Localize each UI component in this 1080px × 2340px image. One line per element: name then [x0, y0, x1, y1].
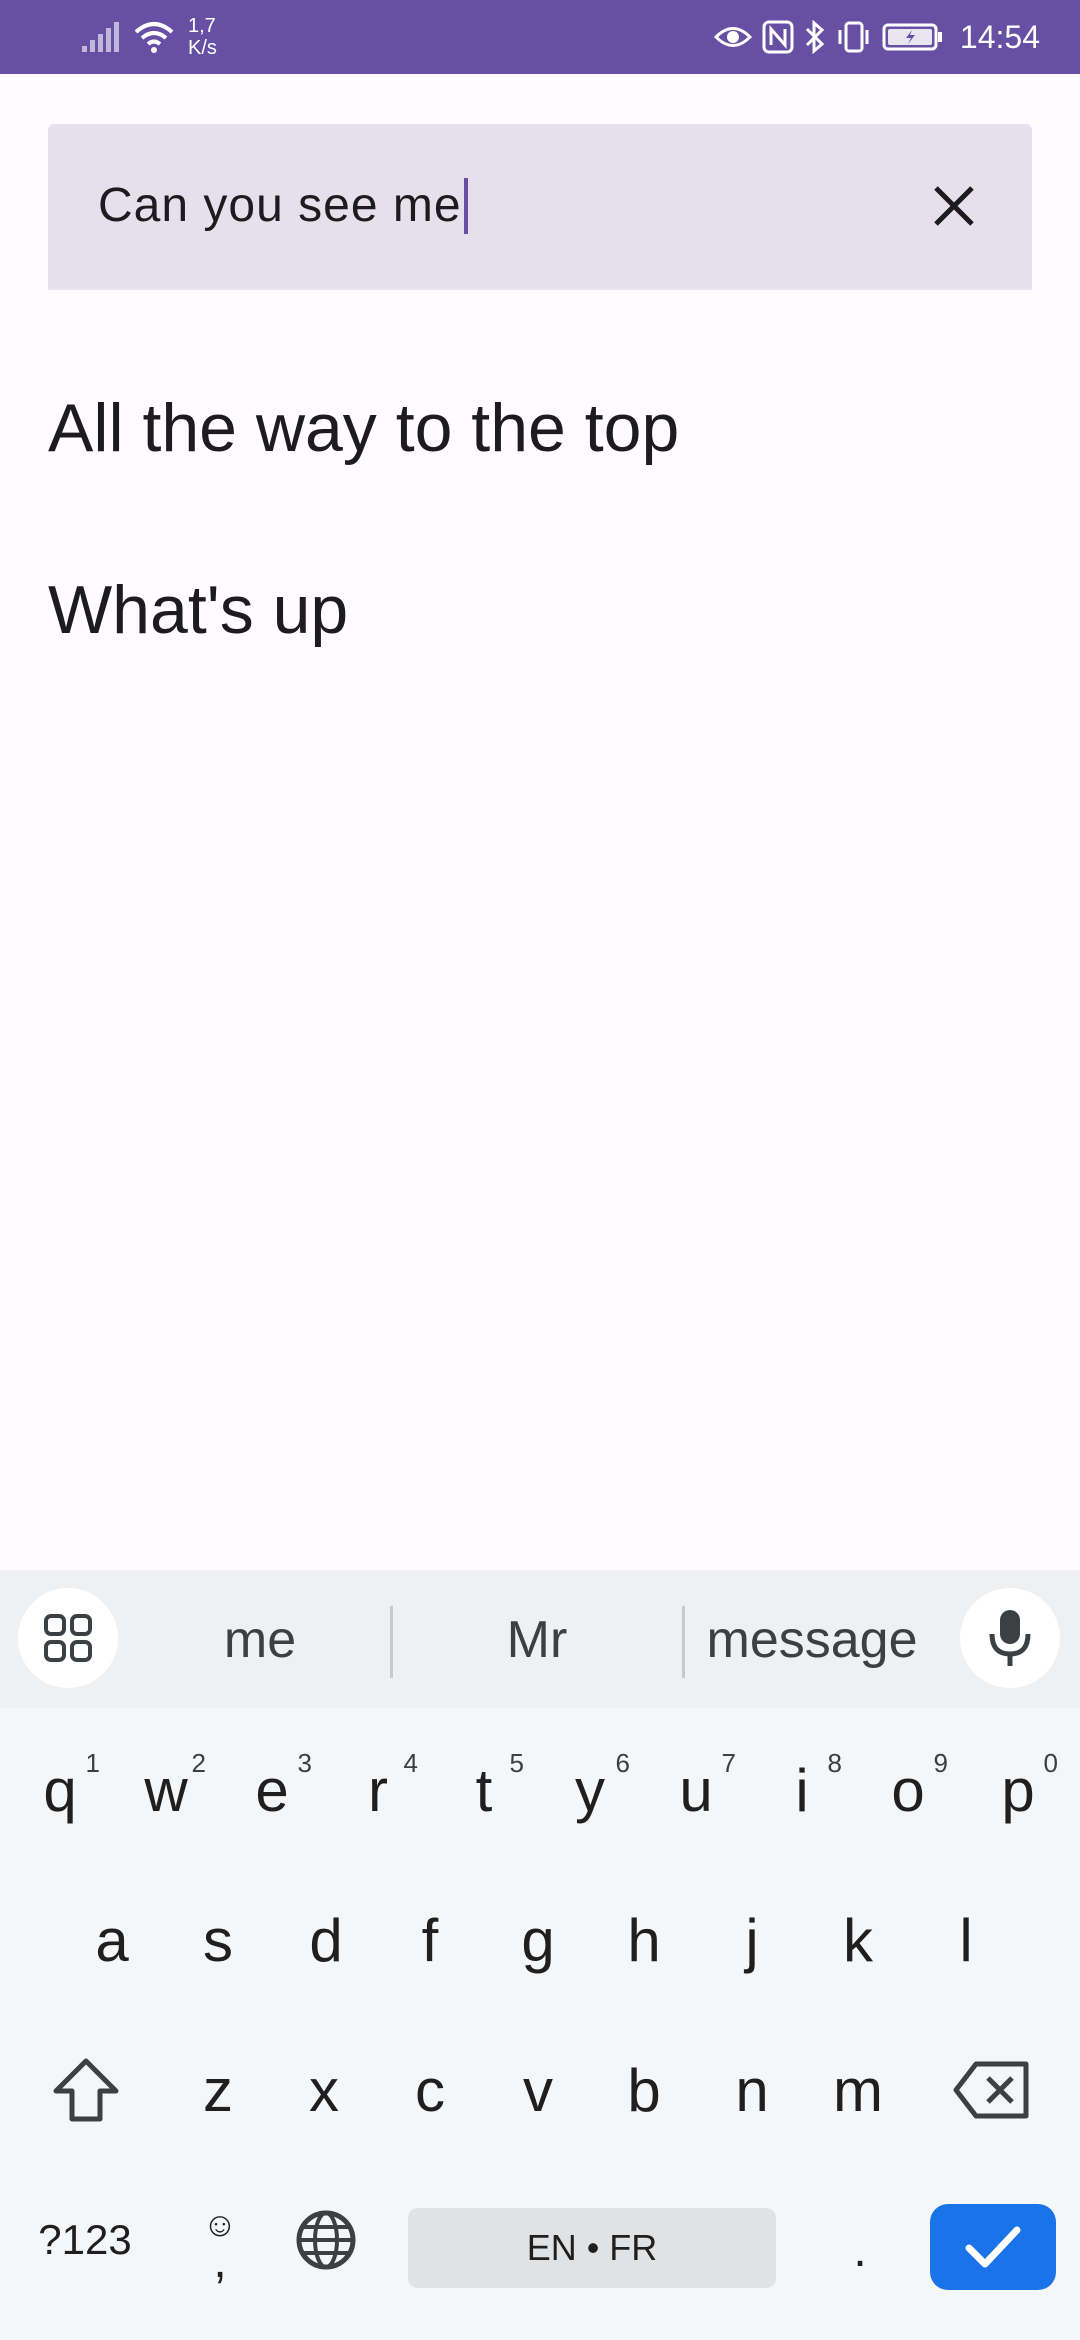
wifi-icon — [132, 20, 176, 54]
key-l[interactable]: l — [916, 1880, 1016, 2000]
comma-label: , — [213, 2235, 227, 2288]
globe-icon — [296, 2210, 356, 2270]
key-label: o — [891, 1756, 925, 1824]
key-p[interactable]: p0 — [968, 1730, 1068, 1850]
key-u[interactable]: u7 — [646, 1730, 746, 1850]
network-speed: 1,7 K/s — [188, 15, 217, 59]
suggestion-divider — [682, 1606, 685, 1678]
period-key[interactable]: . — [810, 2200, 910, 2300]
shift-icon — [53, 2058, 119, 2122]
language-key[interactable] — [276, 2190, 376, 2290]
status-bar: 1,7 K/s 14:54 — [0, 0, 1080, 74]
emoji-key[interactable]: ☺ , — [170, 2190, 270, 2300]
bluetooth-icon — [804, 20, 826, 54]
suggestion-item[interactable]: me — [160, 1610, 360, 1670]
key-hint: 5 — [509, 1748, 524, 1778]
key-b[interactable]: b — [594, 2030, 694, 2150]
key-k[interactable]: k — [808, 1880, 908, 2000]
shift-key[interactable] — [36, 2030, 136, 2150]
network-speed-unit: K/s — [188, 37, 217, 59]
result-item[interactable]: What's up — [48, 570, 348, 650]
nfc-icon — [762, 20, 794, 54]
result-item[interactable]: All the way to the top — [48, 388, 679, 468]
key-label: e — [255, 1756, 289, 1824]
key-x[interactable]: x — [274, 2030, 374, 2150]
microphone-icon — [989, 1610, 1031, 1666]
key-hint: 3 — [297, 1748, 312, 1778]
search-field[interactable]: Can you see me — [48, 124, 1032, 290]
key-i[interactable]: i8 — [752, 1730, 852, 1850]
key-c[interactable]: c — [380, 2030, 480, 2150]
apps-grid-icon — [44, 1614, 92, 1662]
key-y[interactable]: y6 — [540, 1730, 640, 1850]
key-label: y — [575, 1756, 605, 1824]
backspace-icon — [953, 2061, 1029, 2119]
key-d[interactable]: d — [276, 1880, 376, 2000]
key-hint: 8 — [827, 1748, 842, 1778]
key-z[interactable]: z — [168, 2030, 268, 2150]
key-hint: 4 — [403, 1748, 418, 1778]
voice-input-button[interactable] — [960, 1588, 1060, 1688]
clear-search-button[interactable] — [924, 176, 984, 236]
space-key[interactable]: EN • FR — [408, 2208, 776, 2288]
suggestion-divider — [390, 1606, 393, 1678]
key-q[interactable]: q1 — [10, 1730, 110, 1850]
key-v[interactable]: v — [488, 2030, 588, 2150]
key-g[interactable]: g — [488, 1880, 588, 2000]
key-h[interactable]: h — [594, 1880, 694, 2000]
key-label: i — [795, 1756, 809, 1824]
clock: 14:54 — [959, 18, 1040, 55]
key-f[interactable]: f — [380, 1880, 480, 2000]
symbols-key[interactable]: ?123 — [20, 2190, 150, 2290]
suggestion-bar: me Mr message — [0, 1570, 1080, 1708]
key-label: t — [475, 1756, 493, 1824]
close-icon — [934, 186, 974, 226]
signal-icon — [80, 20, 120, 54]
key-n[interactable]: n — [702, 2030, 802, 2150]
enter-key[interactable] — [930, 2204, 1056, 2290]
key-label: w — [144, 1756, 188, 1824]
text-cursor — [463, 178, 468, 234]
battery-charging-icon — [882, 22, 944, 52]
search-input[interactable]: Can you see me — [98, 176, 468, 236]
suggestion-item[interactable]: Mr — [437, 1610, 637, 1670]
key-r[interactable]: r4 — [328, 1730, 428, 1850]
check-icon — [965, 2226, 1021, 2268]
network-speed-value: 1,7 — [188, 15, 216, 37]
key-t[interactable]: t5 — [434, 1730, 534, 1850]
key-a[interactable]: a — [62, 1880, 162, 2000]
key-s[interactable]: s — [168, 1880, 268, 2000]
key-w[interactable]: w2 — [116, 1730, 216, 1850]
key-hint: 6 — [615, 1748, 630, 1778]
key-hint: 9 — [933, 1748, 948, 1778]
vibrate-icon — [836, 20, 872, 54]
key-o[interactable]: o9 — [858, 1730, 958, 1850]
eye-icon — [713, 22, 752, 52]
key-label: q — [43, 1756, 77, 1824]
search-query: Can you see me — [98, 179, 462, 232]
key-hint: 1 — [85, 1748, 100, 1778]
key-j[interactable]: j — [702, 1880, 802, 2000]
key-hint: 2 — [191, 1748, 206, 1778]
key-e[interactable]: e3 — [222, 1730, 322, 1850]
key-label: u — [679, 1756, 713, 1824]
keyboard-menu-button[interactable] — [18, 1588, 118, 1688]
key-label: r — [368, 1756, 388, 1824]
key-hint: 0 — [1043, 1748, 1058, 1778]
key-hint: 7 — [721, 1748, 736, 1778]
key-m[interactable]: m — [808, 2030, 908, 2150]
suggestion-item[interactable]: message — [692, 1610, 932, 1670]
key-label: p — [1001, 1756, 1035, 1824]
backspace-key[interactable] — [942, 2030, 1042, 2150]
